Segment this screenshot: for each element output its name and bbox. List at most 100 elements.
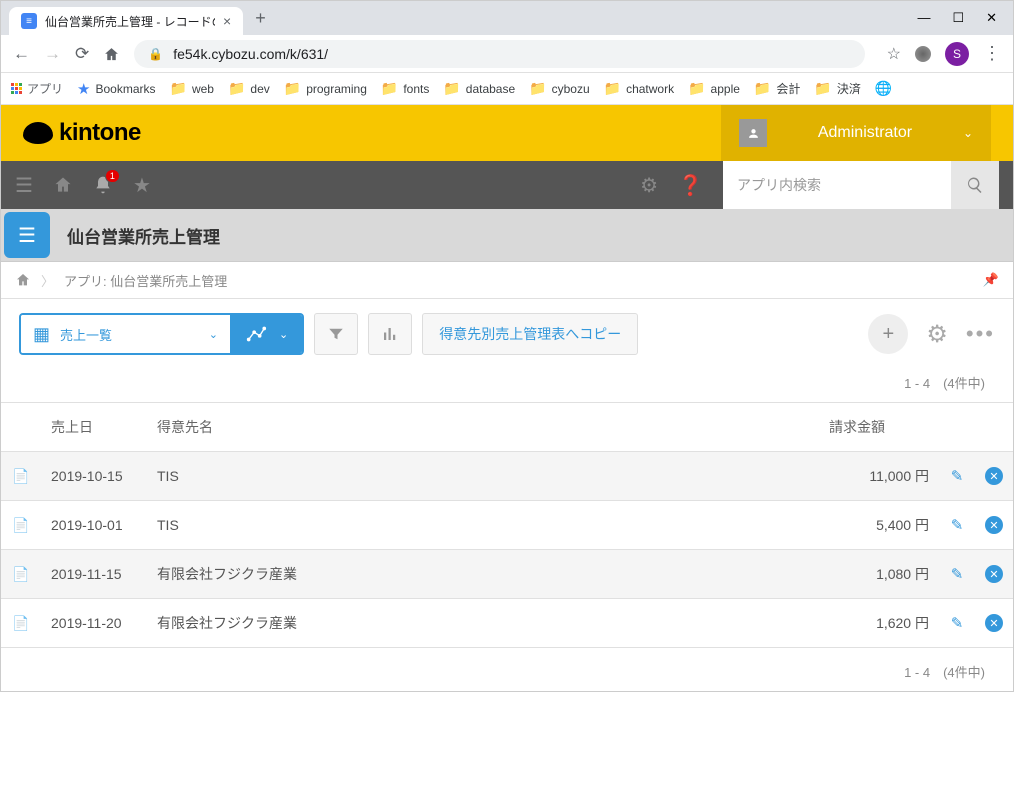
view-selector: ▦ 売上一覧 ⌄ ⌄: [19, 313, 304, 355]
chevron-down-icon: ⌄: [279, 328, 288, 341]
globe-icon: 🌐: [875, 80, 892, 97]
url-input[interactable]: 🔒 fe54k.cybozu.com/k/631/: [134, 40, 864, 68]
reload-button[interactable]: ⟳: [75, 44, 89, 64]
extension-icon[interactable]: [915, 46, 931, 62]
profile-avatar[interactable]: S: [945, 42, 969, 66]
copy-button[interactable]: 得意先別売上管理表へコピー: [422, 313, 638, 355]
app-name: 仙台営業所売上管理: [67, 223, 220, 248]
cell-customer: TIS: [147, 452, 819, 501]
cell-amount: 1,620 円: [819, 599, 939, 648]
bookmark-star-item[interactable]: ★ Bookmarks: [77, 80, 155, 98]
bookmark-globe[interactable]: 🌐: [875, 80, 892, 97]
bookmark-folder[interactable]: 📁web: [170, 80, 214, 97]
help-icon[interactable]: ❓: [678, 173, 703, 198]
apps-grid-icon: [11, 83, 22, 94]
more-actions-icon[interactable]: •••: [966, 321, 995, 347]
edit-icon[interactable]: ✎: [951, 517, 964, 534]
chart-button[interactable]: [368, 313, 412, 355]
address-bar: ← → ⟳ 🔒 fe54k.cybozu.com/k/631/ ☆ S ⋮: [1, 35, 1013, 73]
notification-icon[interactable]: 1: [93, 174, 113, 197]
graph-view-button[interactable]: ⌄: [231, 315, 302, 353]
back-button[interactable]: ←: [13, 44, 30, 64]
bookmark-folder[interactable]: 📁programing: [284, 80, 367, 97]
record-icon[interactable]: 📄: [12, 566, 29, 582]
search-button[interactable]: [951, 161, 999, 209]
settings-gear-icon[interactable]: ⚙: [640, 173, 658, 198]
record-icon[interactable]: 📄: [12, 615, 29, 631]
app-list-icon: ☰: [4, 212, 50, 258]
app-settings-icon[interactable]: ⚙: [926, 320, 948, 349]
chevron-down-icon: ⌄: [209, 328, 218, 341]
window-minimize-icon[interactable]: —: [917, 10, 930, 26]
new-tab-button[interactable]: +: [255, 8, 266, 29]
filter-button[interactable]: [314, 313, 358, 355]
home-icon[interactable]: [53, 174, 73, 197]
bookmark-folder[interactable]: 📁dev: [228, 80, 270, 97]
cell-customer: 有限会社フジクラ産業: [147, 550, 819, 599]
header-customer[interactable]: 得意先名: [147, 403, 819, 452]
forward-button: →: [44, 44, 61, 64]
star-icon: ★: [77, 80, 90, 98]
bookmarks-bar: アプリ ★ Bookmarks 📁web 📁dev 📁programing 📁font…: [1, 73, 1013, 105]
kintone-logo-text: kintone: [59, 119, 141, 147]
lock-icon: 🔒: [148, 47, 163, 61]
folder-icon: 📁: [381, 80, 398, 97]
breadcrumb-home-icon[interactable]: [15, 271, 31, 289]
record-icon[interactable]: 📄: [12, 468, 29, 484]
search-input[interactable]: [723, 161, 951, 209]
table-row: 📄2019-11-20有限会社フジクラ産業1,620 円✎✕: [1, 599, 1013, 648]
window-close-icon[interactable]: ✕: [986, 10, 997, 26]
bookmark-folder[interactable]: 📁database: [443, 80, 515, 97]
bookmark-folder[interactable]: 📁決済: [814, 80, 860, 97]
kintone-header: kintone Administrator ⌄: [1, 105, 1013, 161]
cell-customer: 有限会社フジクラ産業: [147, 599, 819, 648]
cell-amount: 1,080 円: [819, 550, 939, 599]
folder-icon: 📁: [443, 80, 460, 97]
header-date[interactable]: 売上日: [41, 403, 147, 452]
folder-icon: 📁: [529, 80, 546, 97]
records-table: 売上日 得意先名 請求金額 📄2019-10-15TIS11,000 円✎✕📄2…: [1, 402, 1013, 648]
bookmark-apps[interactable]: アプリ: [11, 80, 63, 97]
browser-menu-icon[interactable]: ⋮: [983, 43, 1001, 64]
record-icon[interactable]: 📄: [12, 517, 29, 533]
view-dropdown[interactable]: ▦ 売上一覧 ⌄: [21, 315, 231, 353]
bookmark-folder[interactable]: 📁fonts: [381, 80, 429, 97]
folder-icon: 📁: [284, 80, 301, 97]
bookmark-folder[interactable]: 📁会計: [754, 80, 800, 97]
edit-icon[interactable]: ✎: [951, 566, 964, 583]
home-button[interactable]: [103, 44, 120, 64]
table-icon: ▦: [33, 324, 50, 345]
folder-icon: 📁: [604, 80, 621, 97]
add-record-button[interactable]: +: [868, 314, 908, 354]
cell-amount: 5,400 円: [819, 501, 939, 550]
table-row: 📄2019-10-15TIS11,000 円✎✕: [1, 452, 1013, 501]
user-menu[interactable]: Administrator ⌄: [721, 105, 991, 161]
favorite-icon[interactable]: ★: [133, 173, 151, 198]
delete-icon[interactable]: ✕: [985, 565, 1003, 583]
header-amount[interactable]: 請求金額: [819, 403, 939, 452]
delete-icon[interactable]: ✕: [985, 516, 1003, 534]
bookmark-star-icon[interactable]: ☆: [887, 44, 901, 64]
delete-icon[interactable]: ✕: [985, 614, 1003, 632]
cell-customer: TIS: [147, 501, 819, 550]
tab-favicon-icon: ≡: [21, 13, 37, 29]
app-toolbar: ☰ 1 ★ ⚙ ❓: [1, 161, 1013, 209]
browser-tab[interactable]: ≡ 仙台営業所売上管理 - レコードの一 ×: [9, 7, 243, 35]
cell-date: 2019-10-01: [41, 501, 147, 550]
pin-icon[interactable]: 📌: [983, 272, 999, 288]
app-title-bar: ☰ 仙台営業所売上管理: [1, 209, 1013, 261]
delete-icon[interactable]: ✕: [985, 467, 1003, 485]
window-maximize-icon[interactable]: ☐: [952, 10, 964, 26]
bookmark-folder[interactable]: 📁cybozu: [529, 80, 589, 97]
edit-icon[interactable]: ✎: [951, 468, 964, 485]
bookmark-folder[interactable]: 📁apple: [688, 80, 740, 97]
menu-icon[interactable]: ☰: [15, 173, 33, 198]
bookmark-folder[interactable]: 📁chatwork: [604, 80, 674, 97]
kintone-logo[interactable]: kintone: [23, 119, 141, 147]
paging-top: 1 - 4 (4件中): [1, 369, 1013, 402]
folder-icon: 📁: [228, 80, 245, 97]
tab-title: 仙台営業所売上管理 - レコードの一: [45, 13, 215, 30]
folder-icon: 📁: [754, 80, 771, 97]
edit-icon[interactable]: ✎: [951, 615, 964, 632]
tab-close-icon[interactable]: ×: [223, 13, 231, 29]
